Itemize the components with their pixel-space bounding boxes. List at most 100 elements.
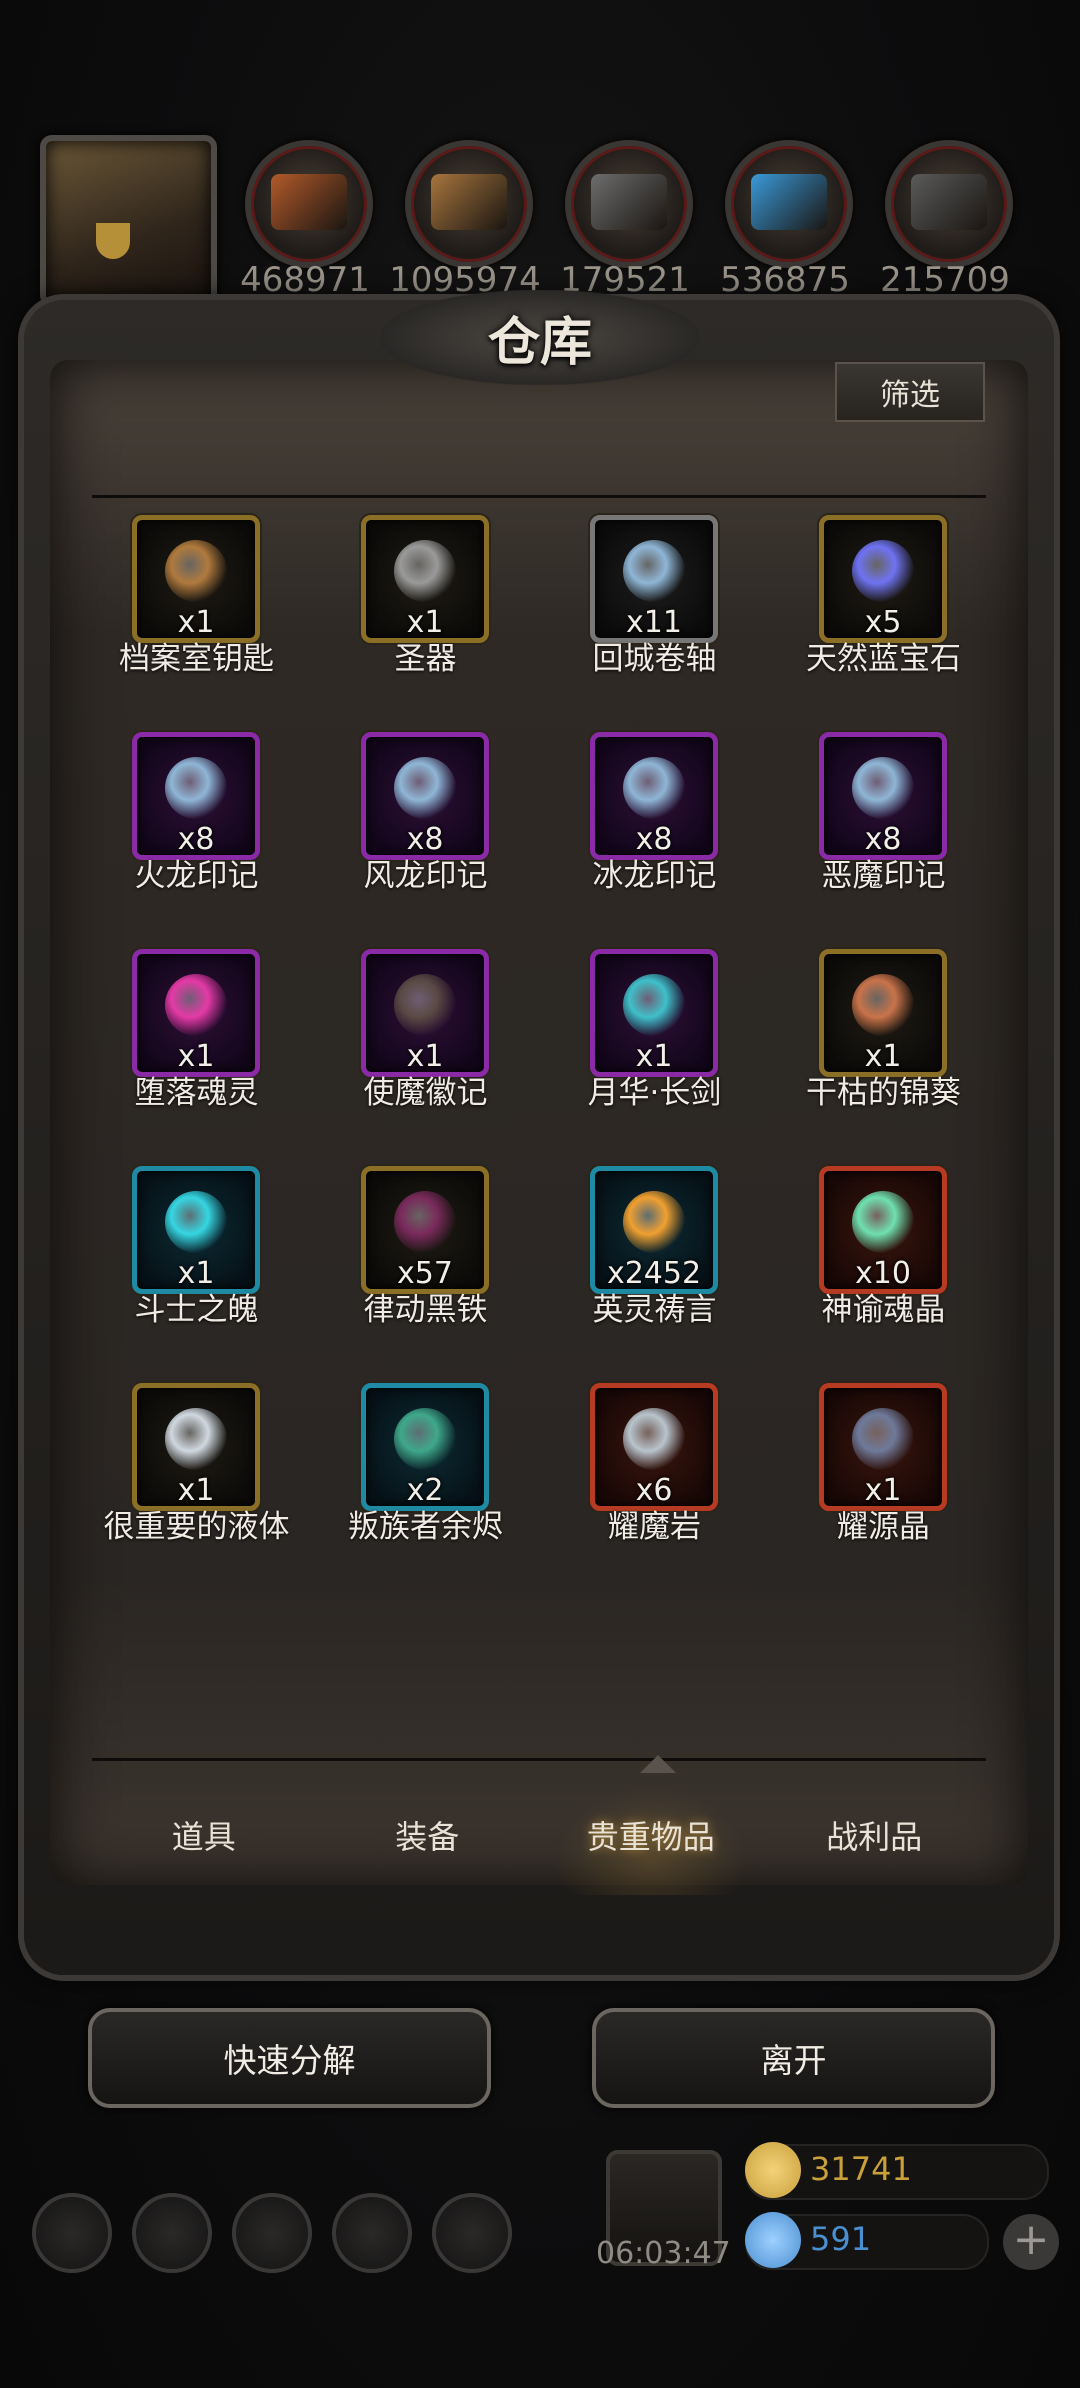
item-name: 月华·长剑	[587, 1075, 722, 1111]
inventory-item[interactable]: x10 神谕魂晶	[779, 1166, 986, 1383]
item-slot: x2452	[590, 1166, 718, 1294]
inventory-item[interactable]: x5 天然蓝宝石	[779, 515, 986, 732]
item-name: 斗士之魄	[134, 1292, 259, 1328]
gold-amount: 31741	[810, 2150, 912, 2188]
inventory-item[interactable]: x1 耀源晶	[779, 1383, 986, 1600]
inventory-item[interactable]: x1 圣器	[321, 515, 550, 732]
inventory-item[interactable]: x75勇士勋章	[92, 505, 321, 515]
item-grid-viewport[interactable]: x75勇士勋章x4发光的树枝x80裂隙情报x7方石刻印x1档案室钥匙x1圣器x1…	[92, 505, 986, 1695]
inventory-item[interactable]: x6 耀魔岩	[550, 1383, 779, 1600]
item-slot: x1	[819, 1383, 947, 1511]
item-icon	[623, 757, 685, 819]
resource-count: 468971	[240, 260, 370, 300]
inventory-item[interactable]: x1 使魔徽记	[321, 949, 550, 1166]
item-name: 英灵祷言	[592, 1292, 717, 1328]
inventory-item[interactable]: x1 堕落魂灵	[92, 949, 321, 1166]
gem-amount: 591	[810, 2220, 872, 2258]
item-slot: x6	[590, 1383, 718, 1511]
inventory-item[interactable]: x7方石刻印	[779, 505, 986, 515]
resource-count: 215709	[880, 260, 1010, 300]
leave-button[interactable]: 离开	[592, 2008, 995, 2108]
star-icon[interactable]	[132, 2193, 212, 2273]
item-icon	[852, 540, 914, 602]
inventory-item[interactable]: x1 干枯的锦葵	[779, 949, 986, 1166]
item-name: 耀魔岩	[608, 1509, 701, 1545]
inventory-item[interactable]: x2 叛族者余烬	[321, 1383, 550, 1600]
inventory-item[interactable]: x1 档案室钥匙	[92, 515, 321, 732]
shield-icon[interactable]	[432, 2193, 512, 2273]
item-icon	[165, 1191, 227, 1253]
item-name: 堕落魂灵	[134, 1075, 259, 1111]
item-name: 回城卷轴	[592, 641, 717, 677]
item-name: 很重要的液体	[103, 1509, 290, 1545]
item-icon	[165, 1408, 227, 1470]
item-slot: x2	[361, 1383, 489, 1511]
inventory-item[interactable]: x1 斗士之魄	[92, 1166, 321, 1383]
hero-portrait[interactable]	[40, 135, 217, 307]
castle-icon[interactable]	[232, 2193, 312, 2273]
item-name: 神谕魂晶	[821, 1292, 946, 1328]
inventory-item[interactable]: x8 风龙印记	[321, 732, 550, 949]
item-icon	[394, 1408, 456, 1470]
tab-loot[interactable]: 战利品	[763, 1775, 987, 1895]
item-slot: x8	[819, 732, 947, 860]
item-slot: x57	[361, 1166, 489, 1294]
item-icon	[165, 974, 227, 1036]
warehouse-title: 仓库	[380, 290, 700, 385]
item-icon	[852, 1408, 914, 1470]
inventory-item[interactable]: x80裂隙情报	[550, 505, 779, 515]
inventory-item[interactable]: x11 回城卷轴	[550, 515, 779, 732]
gold-coin-icon	[745, 2142, 801, 2198]
add-currency-button[interactable]: +	[1003, 2214, 1059, 2270]
item-slot: x1	[819, 949, 947, 1077]
item-icon	[394, 540, 456, 602]
meat-icon[interactable]	[245, 140, 373, 268]
item-name: 档案室钥匙	[119, 641, 274, 677]
category-tabs: 道具 装备 贵重物品 战利品	[92, 1775, 986, 1895]
quick-decompose-button[interactable]: 快速分解	[88, 2008, 491, 2108]
inventory-item[interactable]: x2452 英灵祷言	[550, 1166, 779, 1383]
item-name: 律动黑铁	[363, 1292, 488, 1328]
item-slot: x8	[590, 732, 718, 860]
item-grid: x75勇士勋章x4发光的树枝x80裂隙情报x7方石刻印x1档案室钥匙x1圣器x1…	[92, 505, 986, 1600]
item-name: 圣器	[394, 641, 457, 677]
item-icon	[623, 540, 685, 602]
wood-icon[interactable]	[405, 140, 533, 268]
item-name: 风龙印记	[363, 858, 488, 894]
inventory-item[interactable]: x8 火龙印记	[92, 732, 321, 949]
stone-icon[interactable]	[565, 140, 693, 268]
settings-icon[interactable]	[32, 2193, 112, 2273]
tab-equipment[interactable]: 装备	[316, 1775, 540, 1895]
inventory-item[interactable]: x1 很重要的液体	[92, 1383, 321, 1600]
item-name: 天然蓝宝石	[806, 641, 961, 677]
crystal-icon[interactable]	[725, 140, 853, 268]
mail-icon[interactable]	[332, 2193, 412, 2273]
tab-items[interactable]: 道具	[92, 1775, 316, 1895]
item-icon	[394, 974, 456, 1036]
item-icon	[852, 974, 914, 1036]
item-icon	[623, 1191, 685, 1253]
inventory-item[interactable]: x1 月华·长剑	[550, 949, 779, 1166]
item-name: 火龙印记	[134, 858, 259, 894]
item-slot: x5	[819, 515, 947, 643]
resource-count: 536875	[720, 260, 850, 300]
item-icon	[394, 757, 456, 819]
iron-icon[interactable]	[885, 140, 1013, 268]
crystal-glyph	[751, 174, 827, 230]
item-icon	[165, 757, 227, 819]
inventory-item[interactable]: x57 律动黑铁	[321, 1166, 550, 1383]
filter-button[interactable]: 筛选	[835, 362, 985, 422]
item-slot: x8	[132, 732, 260, 860]
top-divider	[92, 495, 986, 498]
inventory-item[interactable]: x8 恶魔印记	[779, 732, 986, 949]
item-slot: x1	[132, 1383, 260, 1511]
gem-icon	[745, 2212, 801, 2268]
item-slot: x1	[132, 949, 260, 1077]
inventory-item[interactable]: x8 冰龙印记	[550, 732, 779, 949]
item-slot: x1	[132, 515, 260, 643]
item-slot: x1	[590, 949, 718, 1077]
item-name: 恶魔印记	[821, 858, 946, 894]
inventory-item[interactable]: x4发光的树枝	[321, 505, 550, 515]
iron-glyph	[911, 174, 987, 230]
tab-valuables[interactable]: 贵重物品	[539, 1775, 763, 1895]
